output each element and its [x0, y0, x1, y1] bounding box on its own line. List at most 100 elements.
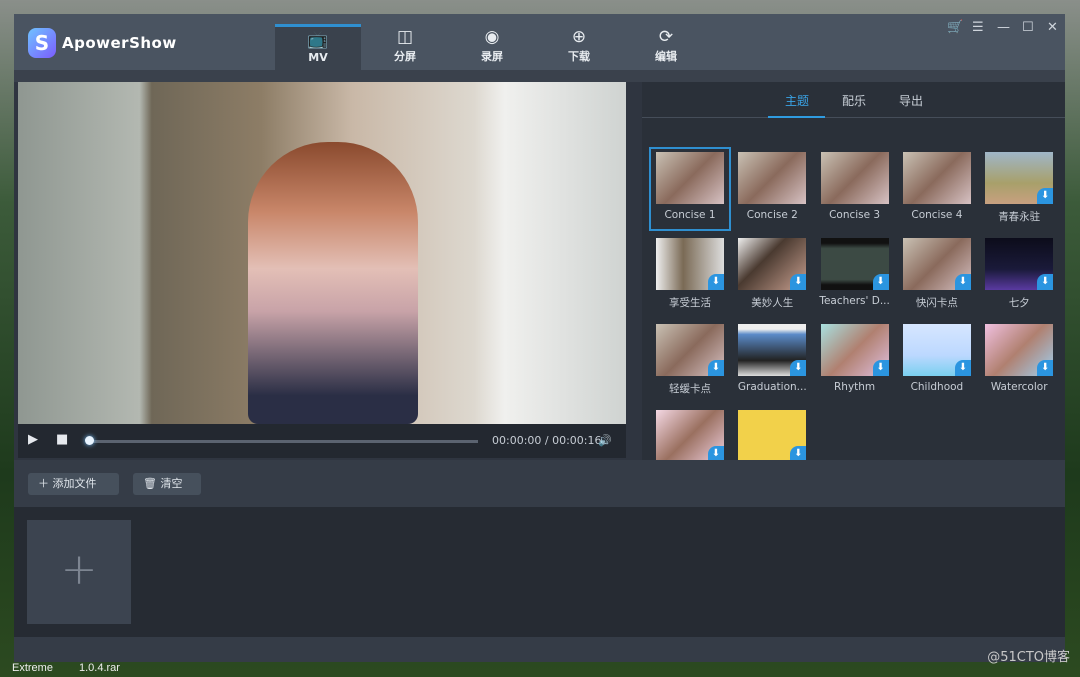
tab-label: 编辑 — [655, 50, 677, 63]
theme-item[interactable]: ⬇ Graduation... — [733, 321, 811, 393]
theme-label: Graduation... — [737, 381, 807, 393]
minimize-icon[interactable]: — — [997, 20, 1010, 35]
theme-thumbnail: ⬇ — [902, 238, 971, 290]
download-icon[interactable]: ⬇ — [1037, 188, 1054, 204]
theme-label: 青春永驻 — [998, 211, 1041, 223]
tab-label: MV — [308, 51, 328, 64]
theme-item[interactable]: ⬇ Watercolor — [980, 321, 1058, 393]
seek-handle[interactable] — [85, 436, 94, 445]
play-icon[interactable]: ▶ — [28, 432, 38, 447]
video-preview[interactable] — [18, 82, 626, 424]
theme-item[interactable]: ⬇ 七夕 — [980, 235, 1058, 310]
download-icon[interactable]: ⬇ — [872, 274, 889, 290]
theme-item[interactable]: Concise 3 — [816, 149, 894, 221]
active-tab-underline — [768, 116, 825, 118]
download-icon[interactable]: ⬇ — [1037, 274, 1054, 290]
panel-tab[interactable]: 配乐 — [842, 92, 866, 109]
download-icon[interactable]: ⬇ — [1037, 360, 1054, 376]
theme-thumbnail — [902, 152, 971, 204]
tab-mv[interactable]: 📺 MV — [275, 24, 361, 70]
clear-label: 清空 — [160, 477, 183, 490]
theme-label: 美妙人生 — [751, 297, 794, 309]
clear-button[interactable]: 🗑 清空 — [133, 473, 201, 495]
theme-label: 快闪卡点 — [915, 297, 958, 309]
theme-thumbnail — [656, 152, 724, 204]
plus-icon: ＋ — [38, 477, 53, 490]
download-icon[interactable]: ⬇ — [790, 360, 807, 376]
download-icon[interactable]: ⬇ — [708, 274, 724, 290]
time-readout: 00:00:00 / 00:00:16 — [492, 434, 602, 447]
close-icon[interactable]: ✕ — [1047, 20, 1058, 35]
theme-label: Childhood — [910, 381, 964, 393]
file-toolbar: ＋ 添加文件 🗑 清空 — [14, 460, 1065, 507]
theme-item[interactable]: ⬇ 青春永驻 — [980, 149, 1058, 224]
theme-thumbnail — [738, 152, 807, 204]
app-name: ApowerShow — [62, 34, 177, 52]
download-icon[interactable]: ⬇ — [954, 360, 971, 376]
file-area: + — [14, 507, 1065, 637]
theme-thumbnail — [820, 152, 889, 204]
download-icon[interactable]: ⬇ — [954, 274, 971, 290]
theme-item[interactable]: ⬇ 快闪卡点 — [898, 235, 976, 310]
theme-label: Concise 2 — [746, 209, 798, 221]
status-bar — [14, 637, 1065, 662]
theme-label: 轻缓卡点 — [669, 383, 711, 395]
theme-label: Concise 1 — [664, 209, 716, 221]
download-icon[interactable]: ⬇ — [708, 360, 724, 376]
add-files-button[interactable]: ＋ 添加文件 — [28, 473, 119, 495]
theme-item[interactable]: ⬇ Childhood — [898, 321, 976, 393]
cart-icon[interactable]: 🛒 — [947, 20, 963, 35]
seek-bar[interactable] — [88, 440, 478, 443]
theme-item[interactable]: ⬇ 轻缓卡点 — [651, 321, 729, 396]
desktop-label-rar[interactable]: 1.0.4.rar — [79, 662, 120, 674]
download-icon[interactable]: ⬇ — [790, 274, 807, 290]
theme-label: Rhythm — [834, 381, 876, 393]
tab-split-screen[interactable]: ◫ 分屏 — [362, 24, 448, 70]
maximize-icon[interactable]: ☐ — [1022, 20, 1034, 35]
tab-record[interactable]: ◉ 录屏 — [449, 24, 535, 70]
theme-thumbnail: ⬇ — [738, 324, 807, 376]
theme-item[interactable]: ⬇ 享受生活 — [651, 235, 729, 310]
theme-thumbnail: ⬇ — [902, 324, 971, 376]
theme-thumbnail: ⬇ — [985, 238, 1054, 290]
tab-label: 分屏 — [394, 50, 416, 63]
theme-item[interactable]: ⬇ Teachers' D... — [816, 235, 894, 307]
preview-image — [248, 142, 418, 424]
theme-panel: 主题 配乐 导出 Concise 1 Concise 2 Concise 3 Concis… — [642, 82, 1065, 462]
theme-thumbnail: ⬇ — [656, 324, 724, 376]
theme-label: Watercolor — [990, 381, 1048, 393]
theme-thumbnail: ⬇ — [985, 152, 1054, 204]
panel-tab[interactable]: 导出 — [899, 92, 923, 109]
theme-item[interactable]: Concise 2 — [733, 149, 811, 221]
theme-label: 七夕 — [1008, 297, 1030, 309]
theme-label: 享受生活 — [669, 297, 711, 309]
volume-icon[interactable]: 🔊 — [598, 434, 612, 447]
refresh-icon: ⟳ — [658, 27, 674, 47]
theme-item[interactable]: ⬇ Rhythm — [816, 321, 894, 393]
watermark: @51CTO博客 — [987, 650, 1070, 665]
theme-label: Concise 4 — [911, 209, 963, 221]
tab-label: 录屏 — [481, 50, 503, 63]
theme-item[interactable]: ⬇ — [651, 407, 729, 467]
theme-item[interactable]: ⬇ 美妙人生 — [733, 235, 811, 310]
add-file-tile[interactable]: + — [27, 520, 131, 624]
theme-label: Concise 3 — [829, 209, 881, 221]
theme-item[interactable]: Concise 4 — [898, 149, 976, 221]
app-logo: S — [28, 28, 56, 58]
menu-icon[interactable]: ☰ — [972, 20, 984, 35]
theme-label: Teachers' D... — [819, 295, 890, 307]
header: S ApowerShow 📺 MV ◫ 分屏 ◉ 录屏 ⊕ 下载 ⟳ 编辑 🛒 ☰ — ☐ ✕ — [14, 14, 1065, 70]
add-files-label: 添加文件 — [52, 477, 97, 490]
panel-tab[interactable]: 主题 — [785, 92, 809, 109]
download-icon[interactable]: ⬇ — [872, 360, 889, 376]
record-icon: ◉ — [484, 27, 500, 47]
desktop-label-extreme[interactable]: Extreme — [12, 662, 53, 674]
theme-thumbnail: ⬇ — [656, 238, 724, 290]
tab-refresh[interactable]: ⟳ 编辑 — [623, 24, 709, 70]
theme-thumbnail: ⬇ — [656, 410, 724, 462]
tab-divider — [642, 117, 1065, 118]
theme-item[interactable]: ⬇ — [733, 407, 811, 467]
tab-download[interactable]: ⊕ 下载 — [536, 24, 622, 70]
stop-icon[interactable]: ■ — [56, 432, 68, 447]
theme-item[interactable]: Concise 1 — [649, 147, 731, 231]
